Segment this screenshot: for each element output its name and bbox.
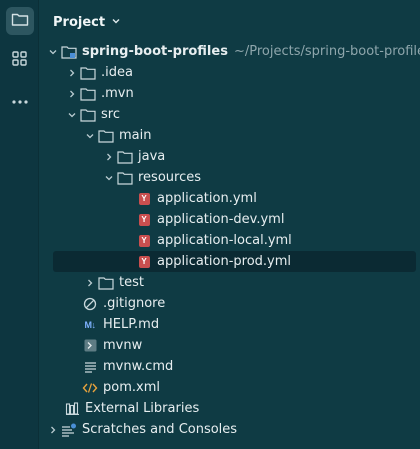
yaml-file-icon: Y [136,254,152,270]
tree-row-mvnw-cmd[interactable]: mvnw.cmd [39,356,420,377]
chevron-down-icon[interactable] [82,128,98,144]
yaml-file-icon: Y [136,233,152,249]
more-tools-button[interactable] [6,87,34,115]
more-icon [11,94,29,109]
chevron-down-icon [111,15,121,30]
tree-row-file[interactable]: Y application-dev.yml [39,209,420,230]
scratches-icon [61,422,77,438]
file-label: application-local.yml [157,233,292,248]
structure-icon [11,50,29,72]
tree-row-help[interactable]: M↓ HELP.md [39,314,420,335]
tree-row-idea[interactable]: .idea [39,62,420,83]
folder-label: java [138,149,166,164]
folder-icon [98,128,114,144]
folder-label: .mvn [101,86,134,101]
text-file-icon [82,359,98,375]
root-label: spring-boot-profiles [82,44,228,59]
file-label: HELP.md [103,317,160,332]
tree-label: Scratches and Consoles [82,422,238,437]
chevron-right-icon[interactable] [101,149,117,165]
module-folder-icon [61,44,77,60]
tree-row-scratches[interactable]: Scratches and Consoles [39,419,420,440]
tree-row-java[interactable]: java [39,146,420,167]
project-tool-button[interactable] [6,7,34,35]
chevron-right-icon[interactable] [82,275,98,291]
file-label: pom.xml [103,380,160,395]
tree-row-test[interactable]: test [39,272,420,293]
folder-label: test [119,275,144,290]
chevron-right-icon[interactable] [64,65,80,81]
chevron-right-icon[interactable] [45,422,61,438]
file-label: application.yml [157,191,257,206]
tree-row-mvnw[interactable]: mvnw [39,335,420,356]
tree-row-gitignore[interactable]: .gitignore [39,293,420,314]
ignore-file-icon [82,296,98,312]
tree-row-pom[interactable]: pom.xml [39,377,420,398]
file-label: application-prod.yml [157,254,292,269]
tree-row-resources[interactable]: resources [39,167,420,188]
folder-icon [98,275,114,291]
tree-row-main[interactable]: main [39,125,420,146]
yaml-file-icon: Y [136,191,152,207]
file-label: mvnw [103,338,143,353]
chevron-down-icon[interactable] [101,170,117,186]
folder-icon [117,149,133,165]
file-label: .gitignore [103,296,166,311]
folder-icon [11,11,29,31]
chevron-down-icon[interactable] [64,107,80,123]
project-panel: Project spring-boot-profiles ~/Projects/… [39,0,420,449]
tree-row-root[interactable]: spring-boot-profiles ~/Projects/spring-b… [39,41,420,62]
folder-label: resources [138,170,202,185]
tree-row-mvn[interactable]: .mvn [39,83,420,104]
markdown-file-icon: M↓ [84,319,97,330]
folder-label: .idea [101,65,133,80]
chevron-right-icon[interactable] [64,86,80,102]
root-path: ~/Projects/spring-boot-profiles [233,44,420,59]
shell-script-icon [82,338,98,354]
tree-label: External Libraries [85,401,200,416]
folder-icon [80,86,96,102]
yaml-file-icon: Y [136,212,152,228]
file-label: mvnw.cmd [103,359,174,374]
tree-row-file[interactable]: Y application-local.yml [39,230,420,251]
folder-label: src [101,107,120,122]
library-icon [64,401,80,417]
folder-label: main [119,128,152,143]
tree-row-file-selected[interactable]: Y application-prod.yml [53,251,416,272]
structure-tool-button[interactable] [6,47,34,75]
panel-title: Project [53,14,106,30]
tree-row-src[interactable]: src [39,104,420,125]
xml-file-icon [82,380,98,396]
tree-row-external-libraries[interactable]: External Libraries [39,398,420,419]
tree-row-file[interactable]: Y application.yml [39,188,420,209]
folder-icon [80,65,96,81]
chevron-down-icon[interactable] [45,44,61,60]
folder-icon [117,170,133,186]
panel-header[interactable]: Project [53,12,121,32]
folder-icon [80,107,96,123]
file-label: application-dev.yml [157,212,285,227]
activity-bar [0,0,39,449]
